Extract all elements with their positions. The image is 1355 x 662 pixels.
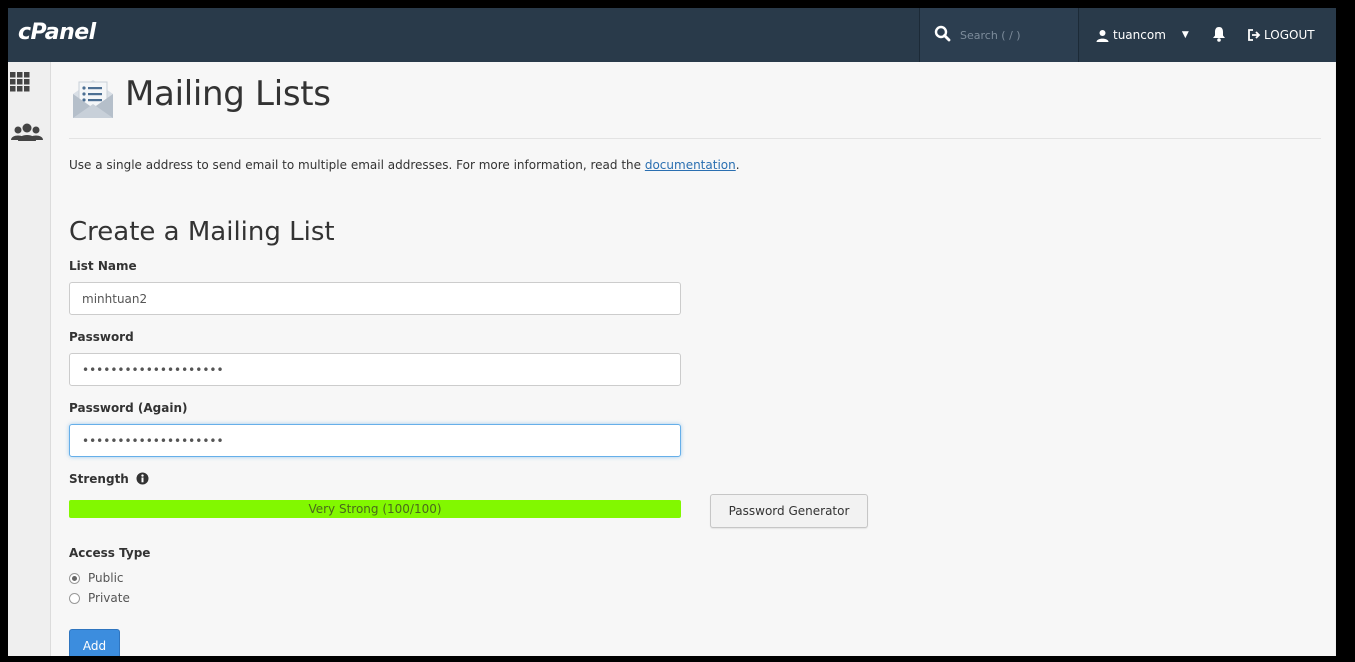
top-navbar: cPanel tuancom ▼ LOGOUT bbox=[8, 8, 1336, 62]
info-icon[interactable] bbox=[136, 472, 149, 485]
password-label: Password bbox=[69, 330, 134, 344]
title-divider bbox=[69, 138, 1321, 139]
left-sidebar bbox=[8, 62, 51, 656]
public-radio-label: Public bbox=[88, 571, 124, 585]
password-again-input[interactable] bbox=[69, 424, 681, 457]
private-radio[interactable] bbox=[69, 592, 80, 604]
apps-grid-icon[interactable] bbox=[10, 72, 30, 92]
username: tuancom bbox=[1113, 28, 1166, 42]
page-description: Use a single address to send email to mu… bbox=[69, 158, 740, 172]
bell-icon[interactable] bbox=[1212, 26, 1226, 42]
list-name-input[interactable] bbox=[69, 282, 681, 315]
private-radio-label: Private bbox=[88, 591, 130, 605]
search-box[interactable] bbox=[919, 8, 1079, 62]
logout-icon bbox=[1248, 29, 1261, 41]
access-type-label: Access Type bbox=[69, 546, 151, 560]
user-icon bbox=[1096, 29, 1109, 42]
strength-text: Very Strong (100/100) bbox=[308, 502, 442, 516]
scrollbar[interactable] bbox=[1335, 62, 1336, 656]
password-again-label: Password (Again) bbox=[69, 401, 188, 415]
users-icon[interactable] bbox=[10, 122, 44, 144]
password-strength-meter: Very Strong (100/100) bbox=[69, 500, 681, 518]
caret-down-icon: ▼ bbox=[1181, 30, 1189, 40]
list-name-label: List Name bbox=[69, 259, 137, 273]
logout-button[interactable]: LOGOUT bbox=[1248, 8, 1315, 62]
mailing-list-envelope-icon bbox=[73, 80, 113, 118]
description-suffix: . bbox=[735, 158, 740, 172]
section-title: Create a Mailing List bbox=[69, 217, 335, 247]
public-radio[interactable] bbox=[69, 572, 80, 584]
add-button[interactable]: Add bbox=[69, 629, 120, 656]
search-icon bbox=[934, 25, 951, 42]
page-title: Mailing Lists bbox=[125, 74, 331, 114]
browser-frame: cPanel tuancom ▼ LOGOUT bbox=[8, 8, 1336, 656]
description-text: Use a single address to send email to mu… bbox=[69, 158, 645, 172]
password-generator-button[interactable]: Password Generator bbox=[710, 494, 868, 528]
access-private-option[interactable]: Private bbox=[69, 591, 130, 605]
cpanel-logo[interactable]: cPanel bbox=[18, 20, 96, 45]
password-input[interactable] bbox=[69, 353, 681, 386]
strength-label: Strength bbox=[69, 472, 129, 486]
logout-label: LOGOUT bbox=[1264, 28, 1315, 42]
strength-label-row: Strength bbox=[69, 472, 149, 486]
user-menu[interactable]: tuancom ▼ bbox=[1096, 8, 1189, 62]
main-content: Mailing Lists Use a single address to se… bbox=[51, 62, 1336, 656]
search-input[interactable] bbox=[960, 25, 1070, 45]
documentation-link[interactable]: documentation bbox=[645, 158, 736, 172]
access-public-option[interactable]: Public bbox=[69, 571, 124, 585]
